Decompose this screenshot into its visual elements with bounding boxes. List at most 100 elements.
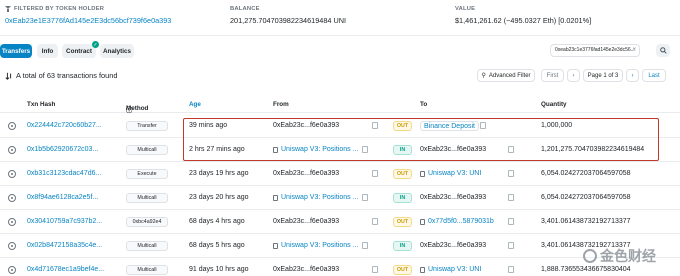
direction-badge: OUT [393,169,412,179]
method-badge: Multicall [126,265,168,275]
copy-icon[interactable] [362,194,368,201]
copy-icon[interactable] [372,122,378,129]
to-link[interactable]: Uniswap V3: UNI [420,266,481,273]
age-text: 68 days 5 hrs ago [189,242,245,249]
method-badge: Multicall [126,193,168,203]
col-to: To [420,101,428,108]
direction-badge: IN [393,193,412,203]
table-row: 0x30410759a7c937b2... 0xbc4a92e4 68 days 4… [0,211,680,234]
copy-icon[interactable] [372,170,378,177]
contract-icon [273,242,278,249]
copy-icon[interactable] [508,218,514,225]
to-link[interactable]: 0x77d5f0...5879031b [420,218,494,225]
value-amount: $1,461,261.62 (~495.0327 Eth) [0.0201%] [455,16,592,25]
txn-hash-link[interactable]: 0x8f94ae6128ca2e5f... [27,194,98,201]
balance-value: 201,275.704703982234619484 UNI [230,16,347,25]
method-badge: Execute [126,169,168,179]
method-badge: Multicall [126,145,168,155]
contract-icon [273,146,278,153]
preview-eye-icon[interactable] [8,170,16,178]
filter-icon [5,6,11,12]
chevron-left-icon: ‹ [572,72,575,79]
from-address: 0xEab23c...f6e0a393 [273,122,340,129]
tab-analytics[interactable]: Analytics [100,44,134,58]
copy-icon[interactable] [372,266,378,273]
from-link[interactable]: Uniswap V3: Positions ... [273,194,358,201]
age-text: 91 days 10 hrs ago [189,266,249,273]
method-badge: 0xbc4a92e4 [126,217,168,227]
txn-hash-link[interactable]: 0xb31c3123cdac47d6... [27,170,101,177]
quantity-value: 1,201,275.704703982234619484 [541,146,645,153]
page-indicator: Page 1 of 3 [583,69,623,82]
method-badge: Multicall [126,241,168,251]
col-hash: Txn Hash [27,101,56,108]
txn-hash-link[interactable]: 0x4d71678ec1a9bef4e... [27,266,104,273]
tab-transfers[interactable]: Transfers [0,44,32,58]
copy-icon[interactable] [508,266,514,273]
from-link[interactable]: Uniswap V3: Positions ... [273,146,358,153]
contract-icon [420,266,425,273]
advanced-filter-button[interactable]: ⚲ Advanced Filter [477,69,535,82]
direction-badge: IN [393,241,412,251]
copy-icon[interactable] [508,194,514,201]
quantity-value: 1,888.736553436675830404 [541,266,631,273]
tab-contract[interactable]: Contract ✓ [62,41,99,58]
token-holder-header: FILTERED BY TOKEN HOLDER 0xEab23e1E3776f… [0,0,680,36]
to-link[interactable]: Uniswap V3: UNI [420,170,481,177]
txn-hash-link[interactable]: 0x1b5b62920672c03... [27,146,98,153]
preview-eye-icon[interactable] [8,266,16,274]
col-age[interactable]: Age [189,101,201,108]
age-text: 39 mins ago [189,122,228,129]
copy-icon[interactable] [508,242,514,249]
copy-icon[interactable] [508,170,514,177]
info-icon: ⓘ [126,107,133,114]
to-address: 0xEab23c...f6e0a393 [420,146,487,153]
copy-icon[interactable] [362,146,368,153]
table-row: 0x4d71678ec1a9bef4e... Multicall 91 days 1… [0,259,680,276]
preview-eye-icon[interactable] [8,242,16,250]
to-address: 0xEab23c...f6e0a393 [420,242,487,249]
copy-icon[interactable] [372,218,378,225]
preview-eye-icon[interactable] [8,218,16,226]
search-icon [659,47,667,54]
tabs-row: Transfers Info Contract ✓ Analytics 0xea… [0,36,680,64]
from-address: 0xEab23c...f6e0a393 [273,266,340,273]
contract-icon [420,218,425,225]
address-filter-input[interactable]: 0xeab23c1e3776fad145e2e3dc56... × [550,44,640,57]
to-address: 0xEab23c...f6e0a393 [420,194,487,201]
direction-badge: OUT [393,265,412,275]
txn-hash-link[interactable]: 0x02b8472158a35c4e... [27,242,102,249]
prev-page-button[interactable]: ‹ [567,69,580,82]
preview-eye-icon[interactable] [8,146,16,154]
direction-badge: IN [393,145,412,155]
search-button[interactable] [656,44,670,57]
table-row: 0xb31c3123cdac47d6... Execute 23 days 19 h… [0,163,680,186]
last-page-button[interactable]: Last [642,69,666,82]
first-page-button[interactable]: First [541,69,564,82]
method-badge: Transfer [126,121,168,131]
col-quantity: Quantity [541,101,567,108]
chevron-right-icon: › [631,72,634,79]
verified-check-icon: ✓ [92,41,99,48]
copy-icon[interactable] [508,146,514,153]
balance-block: BALANCE 201,275.704703982234619484 UNI [225,0,450,35]
age-text: 68 days 4 hrs ago [189,218,245,225]
tab-info[interactable]: Info [37,44,58,58]
next-page-button[interactable]: › [626,69,639,82]
copy-icon[interactable] [480,122,486,129]
contract-icon [420,170,425,177]
logo-icon [583,249,597,263]
to-link[interactable]: Binance Deposit [420,121,479,131]
from-link[interactable]: Uniswap V3: Positions ... [273,242,358,249]
clear-filter-icon[interactable]: × [632,45,636,56]
txn-hash-link[interactable]: 0x224442c720c60b27... [27,122,102,129]
from-address: 0xEab23c...f6e0a393 [273,218,340,225]
txn-hash-link[interactable]: 0x30410759a7c937b2... [27,218,102,225]
age-text: 23 days 19 hrs ago [189,170,249,177]
copy-icon[interactable] [362,242,368,249]
preview-eye-icon[interactable] [8,194,16,202]
value-block: VALUE $1,461,261.62 (~495.0327 Eth) [0.0… [450,0,680,35]
preview-eye-icon[interactable] [8,122,16,130]
holder-address-link[interactable]: 0xEab23e1E3776fAd145e2E3dc56bcf739f6e0a3… [5,16,220,25]
filter-lines-icon: ⚲ [481,73,486,79]
